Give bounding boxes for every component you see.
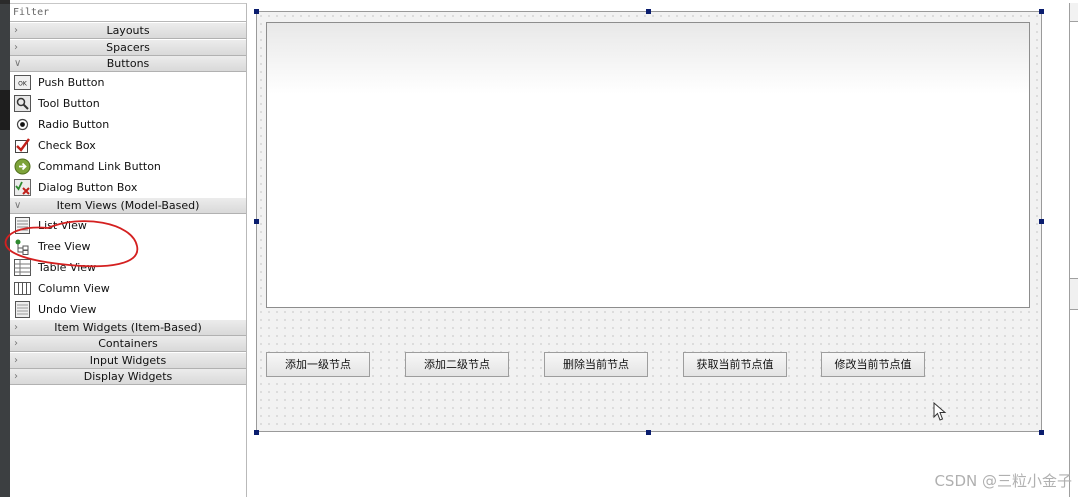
category-label: Item Widgets (Item-Based)	[54, 321, 202, 334]
left-dock-strip	[0, 0, 10, 497]
category-display-widgets[interactable]: › Display Widgets	[10, 369, 246, 385]
selection-handle[interactable]	[254, 430, 259, 435]
widget-item-tool-button[interactable]: Tool Button	[10, 93, 246, 114]
svg-text:OK: OK	[18, 81, 28, 88]
chevron-down-icon: ∨	[14, 58, 22, 69]
widget-item-label: Check Box	[38, 139, 96, 152]
widget-item-command-link-button[interactable]: Command Link Button	[10, 156, 246, 177]
widget-item-label: Radio Button	[38, 118, 110, 131]
widget-item-list-view[interactable]: List View	[10, 215, 246, 236]
column-view-icon	[14, 282, 31, 295]
property-panel-edge	[1069, 3, 1078, 497]
selection-handle[interactable]	[254, 219, 259, 224]
category-label: Buttons	[106, 57, 150, 70]
category-label: Layouts	[106, 24, 150, 37]
chevron-right-icon: ›	[14, 322, 18, 333]
widget-box-panel: Filter › Layouts › Spacers ∨ Buttons OK …	[10, 3, 247, 497]
widget-item-label: Command Link Button	[38, 160, 161, 173]
chevron-right-icon: ›	[14, 25, 18, 36]
add-top-level-node-button[interactable]: 添加一级节点	[266, 352, 370, 377]
selection-handle[interactable]	[646, 9, 651, 14]
dialog-button-box-icon	[14, 179, 31, 196]
widget-item-check-box[interactable]: Check Box	[10, 135, 246, 156]
widget-item-label: List View	[38, 219, 87, 232]
widget-item-label: Column View	[38, 282, 110, 295]
radio-button-icon	[16, 118, 29, 131]
push-button-icon: OK	[14, 75, 31, 90]
check-box-icon	[15, 138, 30, 153]
tree-widget[interactable]	[266, 22, 1030, 308]
category-item-views[interactable]: ∨ Item Views (Model-Based)	[10, 198, 246, 214]
undo-view-icon	[15, 301, 30, 318]
chevron-right-icon: ›	[14, 338, 18, 349]
table-view-icon	[14, 259, 31, 276]
category-spacers[interactable]: › Spacers	[10, 40, 246, 56]
selection-handle[interactable]	[1039, 219, 1044, 224]
widget-item-label: Table View	[38, 261, 97, 274]
chevron-right-icon: ›	[14, 42, 18, 53]
selection-handle[interactable]	[1039, 9, 1044, 14]
widget-item-label: Tool Button	[38, 97, 100, 110]
chevron-right-icon: ›	[14, 371, 18, 382]
widget-item-label: Undo View	[38, 303, 97, 316]
get-node-value-button[interactable]: 获取当前节点值	[683, 352, 787, 377]
widget-item-tree-view[interactable]: Tree View	[10, 236, 246, 257]
widget-item-dialog-button-box[interactable]: Dialog Button Box	[10, 177, 246, 198]
tree-view-icon	[15, 239, 29, 255]
widget-item-column-view[interactable]: Column View	[10, 278, 246, 299]
widget-item-label: Tree View	[38, 240, 91, 253]
edit-node-value-button[interactable]: 修改当前节点值	[821, 352, 925, 377]
widget-item-push-button[interactable]: OK Push Button	[10, 72, 246, 93]
category-buttons[interactable]: ∨ Buttons	[10, 56, 246, 72]
selection-handle[interactable]	[646, 430, 651, 435]
widget-item-undo-view[interactable]: Undo View	[10, 299, 246, 320]
mouse-cursor-icon	[933, 402, 947, 421]
filter-input[interactable]: Filter	[10, 4, 246, 22]
chevron-right-icon: ›	[14, 355, 18, 366]
qt-designer-window: Filter › Layouts › Spacers ∨ Buttons OK …	[0, 0, 1078, 497]
category-label: Spacers	[106, 41, 150, 54]
category-input-widgets[interactable]: › Input Widgets	[10, 353, 246, 369]
delete-node-button[interactable]: 删除当前节点	[544, 352, 648, 377]
arrow-right-circle-icon	[14, 158, 31, 175]
widget-item-label: Push Button	[38, 76, 105, 89]
chevron-down-icon: ∨	[14, 200, 22, 211]
widget-item-radio-button[interactable]: Radio Button	[10, 114, 246, 135]
tool-button-icon	[14, 95, 31, 112]
widget-item-table-view[interactable]: Table View	[10, 257, 246, 278]
category-label: Containers	[98, 337, 158, 350]
list-view-icon	[15, 217, 30, 234]
category-label: Display Widgets	[83, 370, 173, 383]
category-label: Input Widgets	[89, 354, 167, 367]
category-item-widgets[interactable]: › Item Widgets (Item-Based)	[10, 320, 246, 336]
add-child-node-button[interactable]: 添加二级节点	[405, 352, 509, 377]
category-layouts[interactable]: › Layouts	[10, 23, 246, 39]
category-label: Item Views (Model-Based)	[56, 199, 200, 212]
watermark: CSDN @三粒小金子	[934, 472, 1072, 490]
selection-handle[interactable]	[254, 9, 259, 14]
widget-item-label: Dialog Button Box	[38, 181, 138, 194]
category-containers[interactable]: › Containers	[10, 336, 246, 352]
selection-handle[interactable]	[1039, 430, 1044, 435]
